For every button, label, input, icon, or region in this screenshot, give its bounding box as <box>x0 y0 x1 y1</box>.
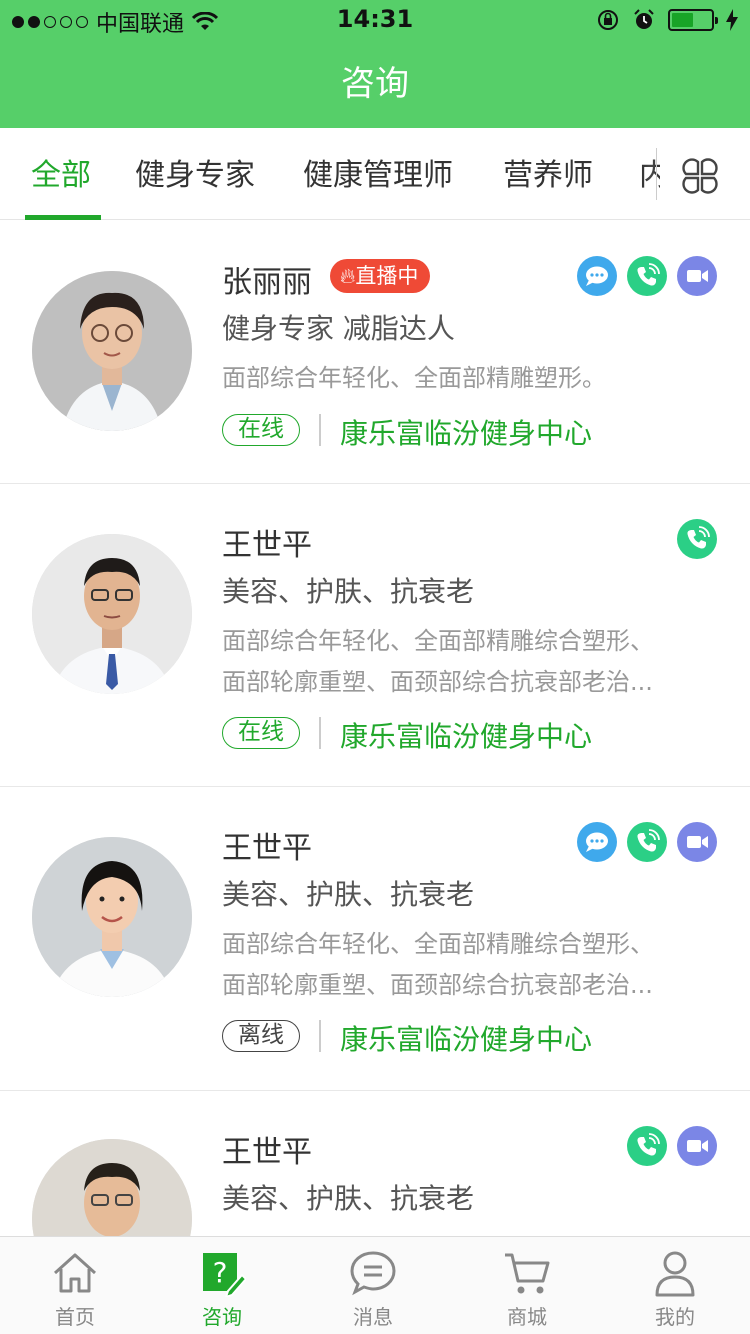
tabbar-label: 咨询 <box>202 1305 242 1329</box>
expert-description: 面部综合年轻化、全面部精雕塑形。 <box>222 358 692 399</box>
nav-bar: 咨询 <box>0 40 750 128</box>
description-line: 面部综合年轻化、全面部精雕综合塑形、 <box>222 930 654 958</box>
message-icon <box>350 1251 396 1296</box>
chat-bubble-icon <box>586 266 608 286</box>
svg-text:?: ? <box>213 1256 228 1289</box>
tabbar-profile[interactable]: 我的 <box>615 1237 735 1334</box>
clinic-link[interactable]: 康乐富临汾健身中心 <box>340 412 592 452</box>
expert-tags: 美容、护肤、抗衰老 <box>222 878 475 911</box>
tabbar-consult[interactable]: ? 咨询 <box>162 1237 282 1334</box>
tab-health-manager[interactable]: 健康管理师 <box>303 128 453 220</box>
chat-bubble-icon <box>586 832 608 852</box>
live-badge[interactable]: 🔥︎直播中 <box>330 259 431 293</box>
online-status-badge: 在线 <box>222 717 300 749</box>
expert-name: 王世平 <box>222 1135 312 1170</box>
alarm-icon <box>634 9 654 29</box>
tabbar-shop[interactable]: 商城 <box>467 1237 587 1334</box>
phone-icon <box>637 263 660 286</box>
description-line: 面部综合年轻化、全面部精雕综合塑形、 <box>222 627 654 655</box>
expert-card[interactable]: 王世平 美容、护肤、抗衰老 面部综合年轻化、全面部精雕综合塑形、 面部轮廓重塑、… <box>0 787 750 1091</box>
expert-tags: 美容、护肤、抗衰老 <box>222 575 475 608</box>
divider <box>319 717 321 749</box>
category-grid-icon[interactable] <box>680 156 720 196</box>
tabbar-label: 我的 <box>655 1305 695 1329</box>
avatar <box>32 837 192 997</box>
chat-button[interactable] <box>577 822 617 862</box>
battery-icon <box>668 9 718 31</box>
description-line: 面部轮廓重塑、面颈部综合抗衰部老治... <box>222 668 653 696</box>
phone-button[interactable] <box>627 256 667 296</box>
expert-name: 王世平 <box>222 831 312 866</box>
phone-icon <box>637 1133 660 1156</box>
phone-button[interactable] <box>627 822 667 862</box>
tab-all[interactable]: 全部 <box>31 128 91 220</box>
cart-icon <box>505 1253 550 1294</box>
bottom-tab-bar: 首页 ? 咨询 消息 商城 我的 <box>0 1236 750 1334</box>
avatar <box>32 534 192 694</box>
tab-fitness-expert[interactable]: 健身专家 <box>135 128 255 220</box>
live-badge-label: 直播中 <box>355 264 419 288</box>
divider <box>319 1020 321 1052</box>
status-bar: 中国联通 14:31 <box>0 0 750 40</box>
clinic-link[interactable]: 康乐富临汾健身中心 <box>340 1018 592 1058</box>
offline-status-badge: 离线 <box>222 1020 300 1052</box>
rotation-lock-icon <box>598 10 618 30</box>
profile-icon <box>655 1251 695 1297</box>
expert-card[interactable]: 张丽丽 🔥︎直播中 健身专家 减脂达人 面部综合年轻化、全面部精雕塑形。 在线 … <box>0 221 750 484</box>
avatar <box>32 271 192 431</box>
video-button[interactable] <box>677 1126 717 1166</box>
expert-tags: 美容、护肤、抗衰老 <box>222 1182 475 1215</box>
video-camera-icon <box>687 1140 708 1152</box>
description-line: 面部轮廓重塑、面颈部综合抗衰部老治... <box>222 971 653 999</box>
tab-divider <box>656 148 657 200</box>
page-title: 咨询 <box>341 64 409 104</box>
tabbar-label: 首页 <box>55 1305 95 1329</box>
phone-button[interactable] <box>627 1126 667 1166</box>
tabbar-label: 商城 <box>507 1305 547 1329</box>
flame-icon: 🔥︎ <box>340 264 356 288</box>
online-status-badge: 在线 <box>222 414 300 446</box>
phone-icon <box>687 526 710 549</box>
video-button[interactable] <box>677 822 717 862</box>
home-icon <box>53 1253 97 1293</box>
tab-active-indicator <box>25 215 101 220</box>
divider <box>319 414 321 446</box>
phone-button[interactable] <box>677 519 717 559</box>
chat-button[interactable] <box>577 256 617 296</box>
tabbar-home[interactable]: 首页 <box>15 1237 135 1334</box>
phone-icon <box>637 829 660 852</box>
expert-tags: 健身专家 减脂达人 <box>222 312 455 345</box>
expert-card[interactable]: 王世平 美容、护肤、抗衰老 面部综合年轻化、全面部精雕综合塑形、 面部轮廓重塑、… <box>0 484 750 787</box>
expert-name: 张丽丽 <box>222 265 312 300</box>
video-button[interactable] <box>677 256 717 296</box>
category-tabs: 全部 健身专家 健康管理师 营养师 内 <box>0 128 750 220</box>
clinic-link[interactable]: 康乐富临汾健身中心 <box>340 715 592 755</box>
expert-card[interactable]: 王世平 美容、护肤、抗衰老 <box>0 1091 750 1299</box>
charging-icon <box>726 9 738 31</box>
tab-nutritionist[interactable]: 营养师 <box>503 128 593 220</box>
tabbar-messages[interactable]: 消息 <box>313 1237 433 1334</box>
tabbar-label: 消息 <box>353 1305 393 1329</box>
expert-description: 面部综合年轻化、全面部精雕综合塑形、 面部轮廓重塑、面颈部综合抗衰部老治... <box>222 621 692 703</box>
status-bar-right <box>596 8 738 32</box>
expert-name: 王世平 <box>222 528 312 563</box>
tab-scroll[interactable]: 全部 健身专家 健康管理师 营养师 内 <box>0 128 660 220</box>
consult-icon: ? <box>203 1253 246 1297</box>
description-line: 面部综合年轻化、全面部精雕塑形。 <box>222 364 606 392</box>
video-camera-icon <box>687 836 708 848</box>
expert-description: 面部综合年轻化、全面部精雕综合塑形、 面部轮廓重塑、面颈部综合抗衰部老治... <box>222 924 692 1006</box>
video-camera-icon <box>687 270 708 282</box>
